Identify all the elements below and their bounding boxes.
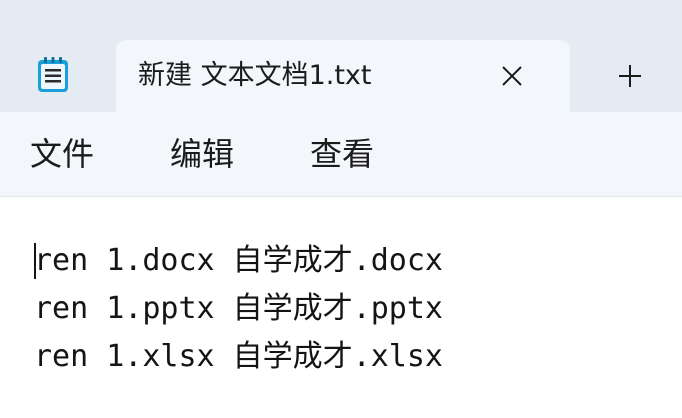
- editor-line: ren 1.pptx 自学成才.pptx: [34, 291, 443, 326]
- text-editor[interactable]: ren 1.docx 自学成才.docx ren 1.pptx 自学成才.ppt…: [0, 197, 682, 418]
- close-icon[interactable]: [498, 62, 526, 90]
- menu-file[interactable]: 文件: [30, 132, 94, 176]
- tab-document[interactable]: 新建 文本文档1.txt: [116, 40, 570, 112]
- title-bar: 新建 文本文档1.txt: [0, 0, 682, 112]
- menu-bar: 文件 编辑 查看: [0, 112, 682, 197]
- plus-icon[interactable]: [614, 60, 646, 92]
- notepad-icon: [36, 56, 70, 94]
- editor-line: ren 1.docx 自学成才.docx: [34, 243, 443, 278]
- notepad-window: 新建 文本文档1.txt 文件 编辑 查看 ren 1.docx 自学成才.do…: [0, 0, 682, 418]
- menu-edit[interactable]: 编辑: [170, 132, 234, 176]
- tab-title: 新建 文本文档1.txt: [138, 60, 372, 91]
- editor-line: ren 1.xlsx 自学成才.xlsx: [34, 339, 443, 374]
- menu-view[interactable]: 查看: [310, 132, 374, 176]
